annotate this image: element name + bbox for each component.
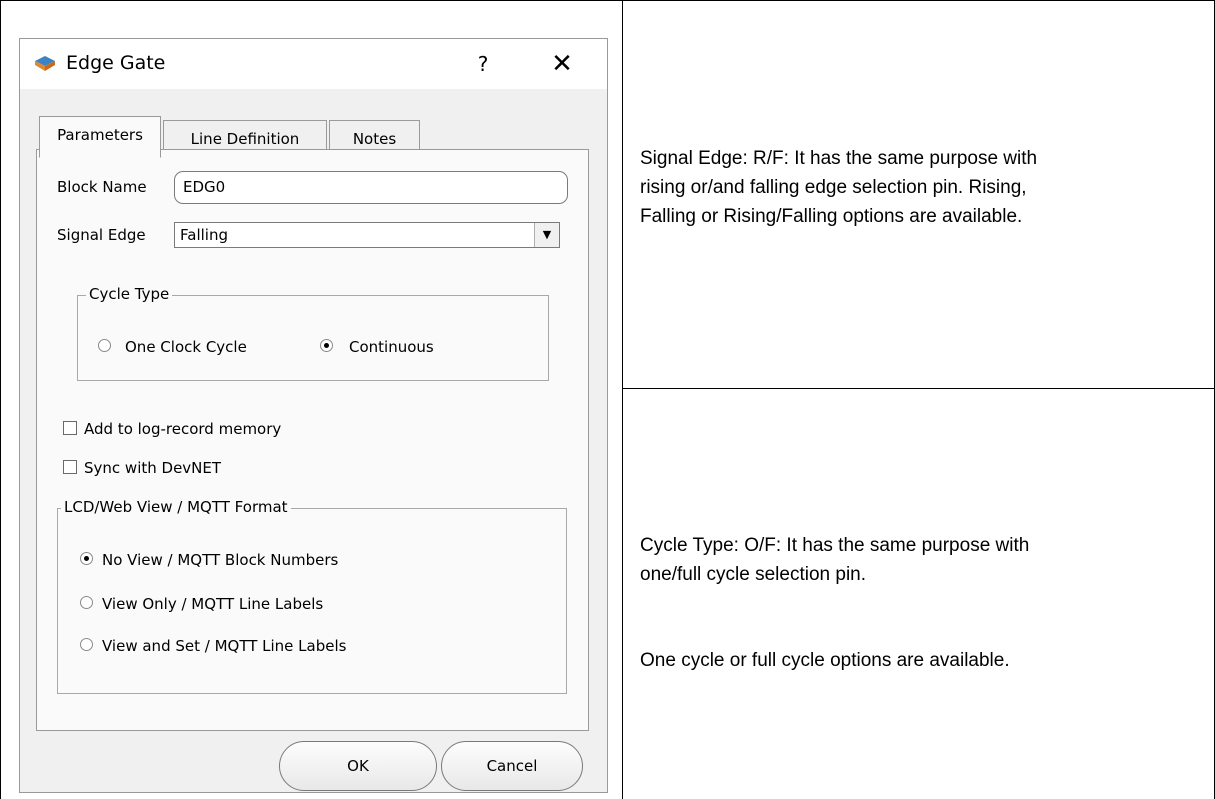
dropdown-arrow-icon[interactable]: ▼	[534, 223, 559, 247]
dialog-titlebar: Edge Gate ? ✕	[20, 39, 607, 89]
log-record-checkbox[interactable]	[63, 421, 77, 435]
table-left-border	[0, 0, 1, 799]
close-button[interactable]: ✕	[542, 45, 582, 83]
ok-button[interactable]: OK	[279, 741, 437, 791]
continuous-radio[interactable]	[320, 339, 333, 352]
no-view-radio[interactable]	[80, 552, 93, 565]
app-icon	[35, 56, 55, 71]
cancel-button[interactable]: Cancel	[441, 741, 583, 791]
tab-parameters[interactable]: Parameters	[39, 116, 161, 158]
signal-edge-label: Signal Edge	[57, 226, 146, 244]
description-line: Signal Edge: R/F: It has the same purpos…	[640, 148, 1038, 169]
cycle-type-legend: Cycle Type	[86, 285, 173, 303]
view-format-legend: LCD/Web View / MQTT Format	[61, 498, 291, 516]
signal-edge-description: Signal Edge: R/F: It has the same purpos…	[640, 144, 1037, 231]
view-only-radio[interactable]	[80, 596, 93, 609]
help-button[interactable]: ?	[466, 47, 500, 81]
sync-devnet-label[interactable]: Sync with DevNET	[84, 459, 221, 477]
table-row-divider	[622, 388, 1215, 389]
no-view-label[interactable]: No View / MQTT Block Numbers	[102, 551, 338, 569]
table-middle-border	[622, 0, 623, 799]
sync-devnet-checkbox[interactable]	[63, 460, 77, 474]
view-only-label[interactable]: View Only / MQTT Line Labels	[102, 595, 323, 613]
description-line: one/full cycle selection pin.	[640, 564, 867, 585]
view-and-set-radio[interactable]	[80, 638, 93, 651]
description-line: Cycle Type: O/F: It has the same purpose…	[640, 535, 1030, 556]
signal-edge-select[interactable]: Falling ▼	[174, 222, 560, 248]
signal-edge-value: Falling	[180, 226, 228, 244]
table-top-border	[0, 0, 1215, 1]
edge-gate-dialog: Edge Gate ? ✕ Parameters Line Definition…	[19, 38, 608, 793]
description-line: Falling or Rising/Falling options are av…	[640, 206, 1023, 227]
cycle-type-description: Cycle Type: O/F: It has the same purpose…	[640, 531, 1029, 589]
cycle-options-description: One cycle or full cycle options are avai…	[640, 650, 1010, 671]
continuous-label[interactable]: Continuous	[349, 338, 434, 356]
block-name-input[interactable]: EDG0	[174, 171, 568, 204]
one-clock-cycle-label[interactable]: One Clock Cycle	[125, 338, 247, 356]
block-name-label: Block Name	[57, 178, 147, 196]
dialog-title: Edge Gate	[66, 52, 166, 74]
description-line: rising or/and falling edge selection pin…	[640, 177, 1027, 198]
view-and-set-label[interactable]: View and Set / MQTT Line Labels	[102, 637, 346, 655]
one-clock-cycle-radio[interactable]	[98, 339, 111, 352]
log-record-label[interactable]: Add to log-record memory	[84, 420, 281, 438]
